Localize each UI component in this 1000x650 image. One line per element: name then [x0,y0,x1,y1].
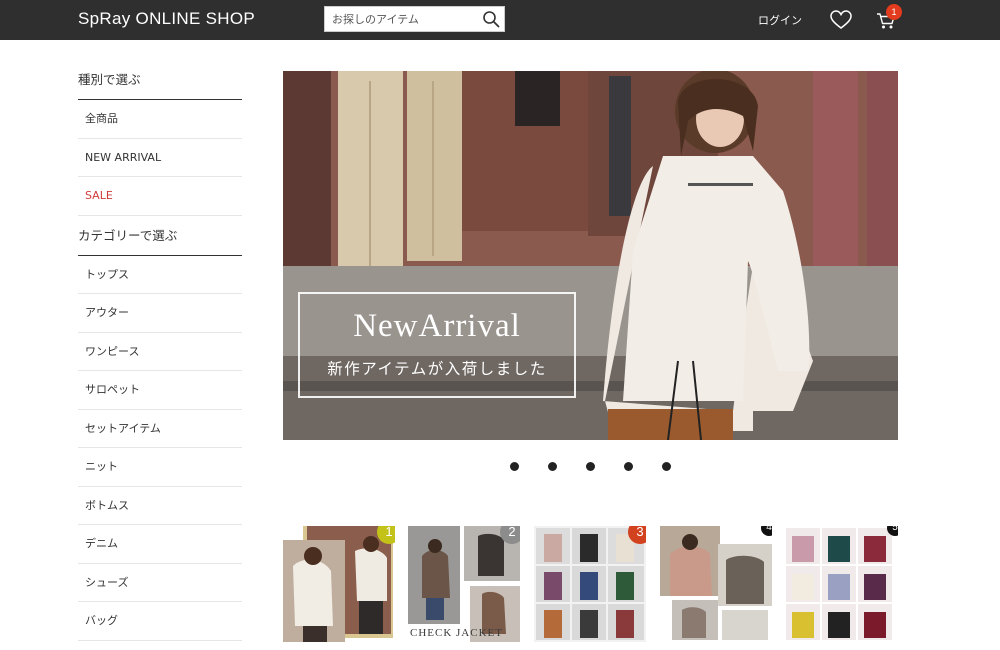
sidebar-item-all[interactable]: 全商品 [78,100,242,139]
banner-title: NewArrival [353,308,521,344]
sidebar-item-bottoms[interactable]: ボトムス [78,487,242,525]
sidebar-item-onepiece[interactable]: ワンピース [78,333,242,371]
search-box [324,6,505,32]
sidebar-item-sale[interactable]: SALE [78,177,242,216]
sidebar: 種別で選ぶ 全商品 NEW ARRIVAL SALE カテゴリーで選ぶ トップス… [78,60,242,641]
banner-subtitle: 新作アイテムが入荷しました [327,360,547,378]
ranking-item-1[interactable]: 1 [283,526,395,642]
carousel-dot-3[interactable] [586,462,595,471]
ranking-item-5[interactable]: 5 [786,526,898,642]
banner-caption-box: NewArrival 新作アイテムが入荷しました [298,292,576,398]
category-heading: カテゴリーで選ぶ [78,216,242,256]
login-link[interactable]: ログイン [758,12,802,28]
heart-icon[interactable] [830,10,852,30]
product-thumbnail [408,526,520,642]
sidebar-item-new-arrival[interactable]: NEW ARRIVAL [78,139,242,177]
cart-count-badge: 1 [886,4,902,20]
product-thumbnail [534,526,646,642]
top-bar: SpRay ONLINE SHOP ログイン 1 [0,0,1000,40]
type-heading: 種別で選ぶ [78,60,242,100]
carousel-dot-1[interactable] [510,462,519,471]
sidebar-item-knit[interactable]: ニット [78,448,242,487]
sidebar-item-shoes[interactable]: シューズ [78,564,242,602]
sidebar-item-bag[interactable]: バッグ [78,602,242,641]
hero-banner[interactable]: NewArrival 新作アイテムが入荷しました [283,71,898,440]
ranking-item-3[interactable]: 3 [534,526,646,642]
product-thumbnail [283,526,395,642]
ranking-item-4[interactable]: 4 [660,526,772,642]
carousel-dot-2[interactable] [548,462,557,471]
search-icon[interactable] [482,10,500,28]
sidebar-item-denim[interactable]: デニム [78,525,242,564]
carousel-dot-5[interactable] [662,462,671,471]
product-thumbnail [786,526,898,642]
sidebar-item-tops[interactable]: トップス [78,256,242,294]
sidebar-item-salopette[interactable]: サロペット [78,371,242,410]
sidebar-item-set-item[interactable]: セットアイテム [78,410,242,448]
ranking-caption: CHECK JACKET [410,627,503,639]
ranking-item-2[interactable]: 2 [408,526,520,642]
carousel-dot-4[interactable] [624,462,633,471]
sidebar-item-outer[interactable]: アウター [78,294,242,333]
product-thumbnail [660,526,772,642]
search-input[interactable] [325,7,477,31]
shop-logo[interactable]: SpRay ONLINE SHOP [78,9,255,29]
